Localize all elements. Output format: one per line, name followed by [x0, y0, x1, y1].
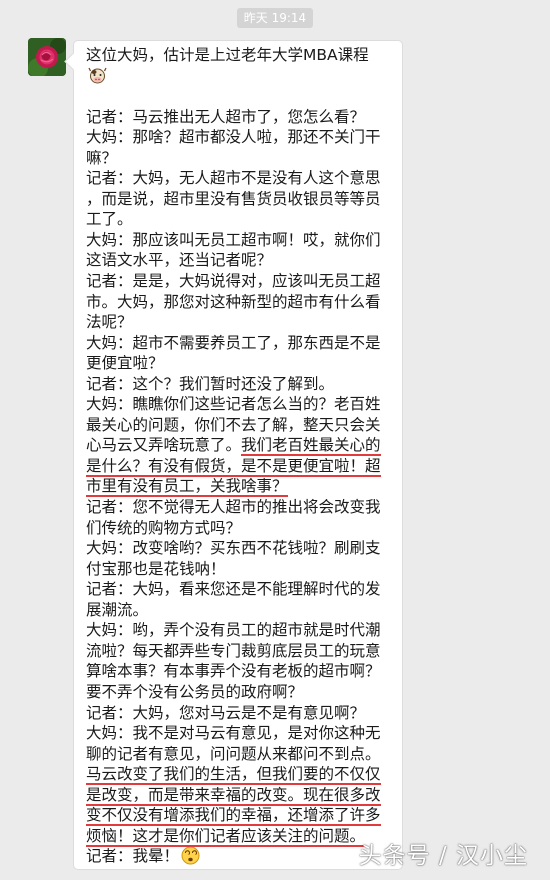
- watermark: 头条号 / 汉小尘: [358, 843, 528, 869]
- dizzy-face-icon: [181, 846, 200, 865]
- chat-line: 记者：大妈，您对马云是不是有意见啊？: [86, 703, 366, 722]
- chat-line-highlighted: 变不仅没有增添我们的幸福，还增添了许多: [86, 805, 390, 826]
- chat-line-highlighted: 是改变，而是带来幸福的改变。现在很多改: [86, 785, 390, 806]
- chat-line: 大妈：改变啥哟？买东西不花钱啦？刷刷支: [86, 539, 381, 558]
- chat-line: 马云改变了我们的生活，但我们要的不仅仅: [86, 765, 381, 784]
- chat-line: 记者：马云推出无人超市了，您怎么看？: [86, 107, 366, 126]
- chat-line: 大妈：超市不需要养员工了，那东西是不是: [86, 333, 381, 352]
- chat-line-highlighted: 市里有没有员工，关我啥事？: [86, 476, 390, 497]
- chat-line: 大妈：那啥？超市都没人啦，那还不关门干: [86, 128, 381, 147]
- cow-face-icon: [88, 66, 107, 85]
- chat-line-highlighted: 马云改变了我们的生活，但我们要的不仅仅: [86, 764, 390, 785]
- chat-line: 们传统的购物方式吗？: [86, 518, 242, 537]
- chat-line: 流啦？每天都弄些专门裁剪底层员工的玩意: [86, 641, 381, 660]
- chat-line-part: 心马云又弄啥玩意了。: [86, 436, 242, 455]
- chat-line: 记者：大妈，无人超市不是没有人这个意思: [86, 169, 381, 188]
- chat-timestamp: 昨天 19:14: [237, 8, 313, 28]
- chat-line: 大妈：那应该叫无员工超市啊！哎，就你们: [86, 230, 381, 249]
- chat-line: 心马云又弄啥玩意了。我们老百姓最关心的: [86, 436, 381, 454]
- final-line: 记者：我晕！: [86, 846, 390, 867]
- rose-avatar-image: [28, 38, 66, 76]
- chat-line: 烦恼！这才是你们记者应该关注的问题。: [86, 826, 366, 845]
- chat-line: 聊的记者有意见，问问题从来都问不到点。: [86, 744, 381, 763]
- chat-line: 法呢？: [86, 313, 133, 332]
- chat-line: 工了。: [86, 210, 133, 229]
- chat-line-part-underlined: 我们老百姓最关心的: [241, 436, 381, 455]
- chat-line: 这语文水平，还当记者呢？: [86, 251, 273, 270]
- chat-line: 嘛？: [86, 148, 118, 167]
- chat-line: 记者：是是，大妈说得对，应该叫无员工超: [86, 272, 381, 291]
- chat-line: 记者：这个？我们暂时还没了解到。: [86, 374, 335, 393]
- chat-line: 算啥本事？有本事弄个没有老板的超市啊？: [86, 662, 381, 681]
- chat-line: 变不仅没有增添我们的幸福，还增添了许多: [86, 806, 381, 825]
- bubble-arrow: [64, 52, 83, 71]
- chat-line: 市。大妈，那您对这种新型的超市有什么看: [86, 292, 381, 311]
- chat-line: 是什么？有没有假货，是不是更便宜啦！超: [86, 456, 381, 475]
- chat-line-highlighted: 心马云又弄啥玩意了。我们老百姓最关心的: [86, 435, 390, 456]
- chat-line: 大妈：瞧瞧你们这些记者怎么当的？老百姓: [86, 395, 381, 414]
- chat-line: 展潮流。: [86, 600, 149, 619]
- avatar[interactable]: [28, 38, 66, 76]
- chat-line: 大妈：我不是对马云有意见，是对你这种无: [86, 724, 381, 743]
- chat-line: 市里有没有员工，关我啥事？: [86, 477, 288, 496]
- chat-line: 记者：大妈，看来您还是不能理解时代的发: [86, 580, 381, 599]
- chat-line: 是改变，而是带来幸福的改变。现在很多改: [86, 785, 381, 804]
- message-bubble[interactable]: 这位大妈，估计是上过老年大学MBA课程 记者：马云推出无人超市了，您怎么看？ 大…: [64, 40, 403, 870]
- chat-line: 记者：您不觉得无人超市的推出将会改变我: [86, 498, 381, 517]
- chat-line: 大妈：哟，弄个没有员工的超市就是时代潮: [86, 621, 381, 640]
- chat-line: ，而是说，超市里没有售货员收银员等等员: [86, 189, 381, 208]
- chat-line: 更便宜啦？: [86, 354, 164, 373]
- message-headline: 这位大妈，估计是上过老年大学MBA课程: [86, 46, 369, 64]
- chat-line: 最关心的问题，你们不去了解，整天只会关: [86, 415, 381, 434]
- cow-emoji-line: [86, 66, 390, 87]
- chat-line-highlighted: 是什么？有没有假货，是不是更便宜啦！超: [86, 456, 390, 477]
- chat-line-highlighted: 烦恼！这才是你们记者应该关注的问题。: [86, 826, 390, 847]
- chat-line: 要不弄个没有公务员的政府啊？: [86, 682, 304, 701]
- chat-line: 付宝那也是花钱呐！: [86, 559, 226, 578]
- chat-line: 记者：我晕！: [86, 847, 180, 866]
